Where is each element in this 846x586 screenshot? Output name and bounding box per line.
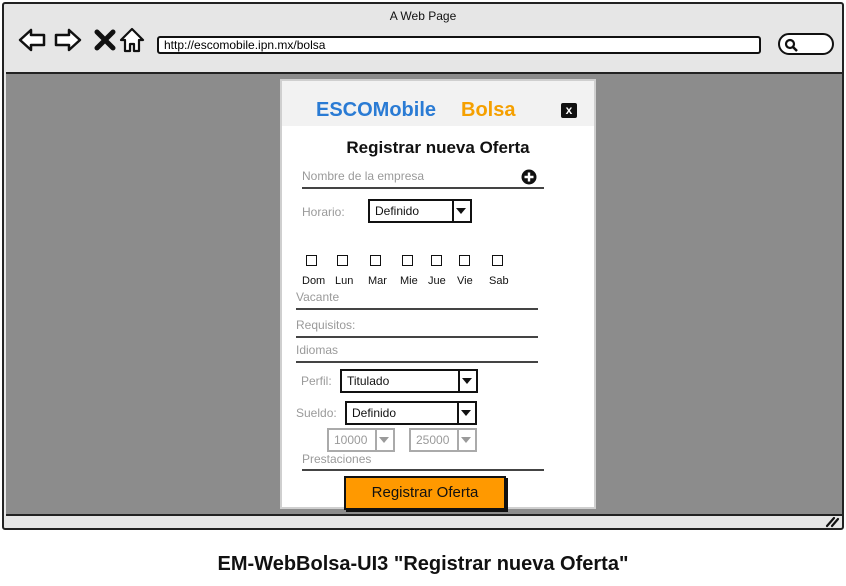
requisitos-input[interactable]: Requisitos:: [296, 318, 355, 332]
search-icon: [784, 38, 798, 52]
back-icon[interactable]: [18, 26, 46, 54]
company-name-input[interactable]: Nombre de la empresa: [302, 169, 424, 183]
day-checkbox-vie[interactable]: [459, 255, 470, 266]
sueldo-max-value: 25000: [416, 433, 450, 447]
chevron-down-icon: [379, 437, 389, 443]
sueldo-max-select[interactable]: 25000: [409, 428, 477, 452]
day-label: Sab: [489, 275, 509, 287]
modal-close-button[interactable]: x: [561, 103, 577, 118]
horario-label: Horario:: [302, 205, 345, 219]
window-title: A Web Page: [389, 9, 457, 23]
day-label: Jue: [428, 275, 446, 287]
perfil-label: Perfil:: [301, 374, 332, 388]
chevron-down-icon: [461, 410, 471, 416]
register-offer-modal: ESCOMobile Bolsa x Registrar nueva Ofert…: [280, 79, 596, 510]
chevron-down-icon: [462, 378, 472, 384]
vacante-input[interactable]: Vacante: [296, 290, 339, 304]
brand-escomobile: ESCOMobile: [316, 99, 437, 121]
company-name-underline: [302, 187, 544, 189]
day-checkbox-mie[interactable]: [402, 255, 413, 266]
day-checkbox-lun[interactable]: [337, 255, 348, 266]
status-bar: [6, 514, 842, 528]
add-icon[interactable]: [521, 169, 537, 185]
prestaciones-underline: [302, 469, 544, 471]
day-checkbox-jue[interactable]: [431, 255, 442, 266]
register-offer-button[interactable]: Registrar Oferta: [344, 476, 506, 510]
day-label: Dom: [302, 275, 326, 287]
home-icon[interactable]: [118, 26, 146, 54]
perfil-select[interactable]: Titulado: [340, 369, 478, 393]
form-title: Registrar nueva Oferta: [346, 138, 530, 157]
idiomas-input[interactable]: Idiomas: [296, 343, 338, 357]
day-label: Mie: [400, 275, 418, 287]
modal-header: ESCOMobile Bolsa x: [282, 81, 594, 126]
chevron-down-icon: [461, 437, 471, 443]
sueldo-min-value: 10000: [334, 433, 368, 447]
address-bar[interactable]: http://escomobile.ipn.mx/bolsa: [157, 36, 761, 54]
figure-caption: EM-WebBolsa-UI3 "Registrar nueva Oferta": [217, 553, 629, 575]
chevron-down-icon: [456, 208, 466, 214]
horario-value: Definido: [375, 204, 420, 218]
sueldo-value: Definido: [352, 406, 397, 420]
horario-select[interactable]: Definido: [368, 199, 472, 223]
resize-grip-icon[interactable]: [824, 514, 840, 528]
day-label: Vie: [457, 275, 473, 287]
close-icon[interactable]: [92, 26, 120, 54]
prestaciones-input[interactable]: Prestaciones: [302, 452, 371, 466]
perfil-value: Titulado: [347, 374, 390, 388]
day-label: Lun: [335, 275, 354, 287]
browser-search-box[interactable]: [778, 33, 834, 55]
vacante-underline: [296, 308, 538, 310]
forward-icon[interactable]: [54, 26, 82, 54]
requisitos-underline: [296, 336, 538, 338]
day-checkbox-dom[interactable]: [306, 255, 317, 266]
day-label: Mar: [368, 275, 387, 287]
brand-bolsa: Bolsa: [461, 99, 516, 121]
day-checkbox-sab[interactable]: [492, 255, 503, 266]
sueldo-select[interactable]: Definido: [345, 401, 477, 425]
sueldo-min-select[interactable]: 10000: [327, 428, 395, 452]
sueldo-label: Sueldo:: [296, 406, 337, 420]
idiomas-underline: [296, 361, 538, 363]
day-checkbox-mar[interactable]: [370, 255, 381, 266]
